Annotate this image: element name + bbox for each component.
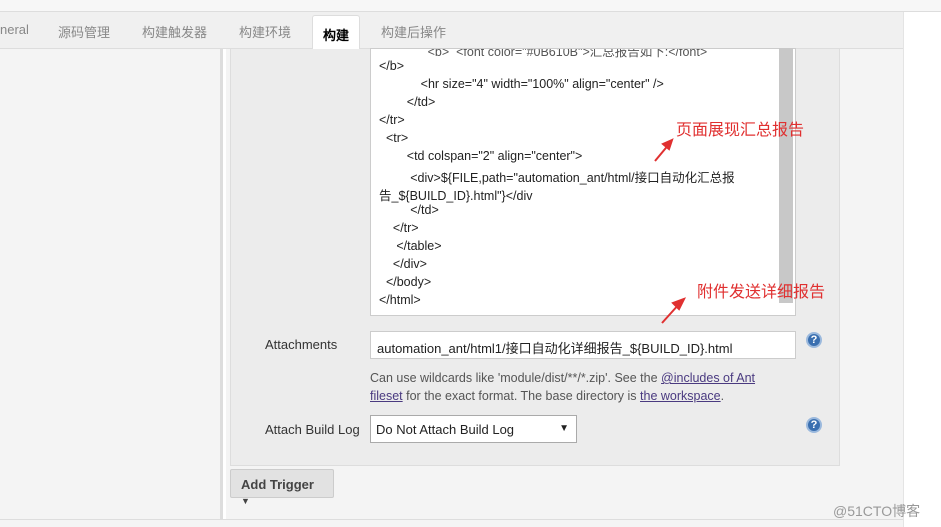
config-tabs: neral 源码管理 构建触发器 构建环境 构建 构建后操作 [0, 12, 903, 50]
attachments-input[interactable]: automation_ant/html1/接口自动化详细报告_${BUILD_I… [370, 331, 796, 359]
attachments-hint: Can use wildcards like 'module/dist/**/*… [370, 369, 790, 405]
hint-text: . [720, 389, 725, 403]
select-value: Do Not Attach Build Log [376, 422, 515, 437]
hint-text: for the exact format. The base directory… [402, 389, 641, 403]
tab-post-build[interactable]: 构建后操作 [381, 22, 446, 41]
code-line: </table> [379, 239, 442, 253]
code-line: 告_${BUILD_ID}.html"}</div [379, 189, 533, 203]
watermark: @51CTO博客 [833, 503, 921, 519]
code-line: </tr> [379, 221, 419, 235]
workspace-link[interactable]: the workspace [640, 389, 721, 403]
hint-text: Can use wildcards like 'module/dist/**/*… [370, 371, 662, 385]
breadcrumb-bar [0, 0, 941, 12]
tab-build-env[interactable]: 构建环境 [239, 22, 291, 41]
annotation-attachment: 附件发送详细报告 [697, 284, 826, 301]
code-line: </html> [379, 293, 421, 307]
arrow-icon [654, 138, 687, 324]
code-line: <tr> [379, 131, 409, 145]
add-trigger-label: Add Trigger [241, 477, 314, 492]
code-line: </div> [379, 257, 427, 271]
code-line: <td colspan="2" align="center"> [379, 149, 583, 163]
code-line: </body> [379, 275, 432, 289]
dropdown-arrow-icon: ▼ [559, 423, 569, 434]
tab-build-triggers[interactable]: 构建触发器 [142, 22, 207, 41]
code-line: </b> [379, 59, 405, 73]
code-line: </td> [379, 203, 439, 217]
caret-down-icon: ▼ [241, 496, 250, 506]
attachments-label: Attachments [265, 337, 338, 352]
attach-build-log-label: Attach Build Log [265, 422, 360, 437]
resize-grip[interactable] [567, 315, 597, 316]
add-trigger-button[interactable]: Add Trigger ▼ [230, 469, 334, 506]
attach-build-log-select[interactable]: Do Not Attach Build Log ▼ [370, 415, 577, 443]
help-icon[interactable]: ? [806, 332, 822, 348]
right-margin [903, 12, 941, 527]
sidebar [0, 49, 223, 527]
textarea-scrollbar[interactable] [779, 48, 793, 303]
tab-scm[interactable]: 源码管理 [58, 22, 110, 41]
annotation-arrows [654, 138, 687, 324]
content-textarea[interactable]: <b> <font color="#0B610B">汇总报告如下:</font>… [370, 48, 796, 316]
code-line: </td> [379, 95, 436, 109]
tab-build[interactable]: 构建 [312, 15, 361, 50]
code-line: </tr> [379, 113, 405, 127]
tab-general[interactable]: neral [0, 22, 29, 37]
footer-bar [0, 519, 903, 527]
help-icon[interactable]: ? [806, 417, 822, 433]
code-line: <hr size="4" width="100%" align="center"… [379, 77, 664, 91]
